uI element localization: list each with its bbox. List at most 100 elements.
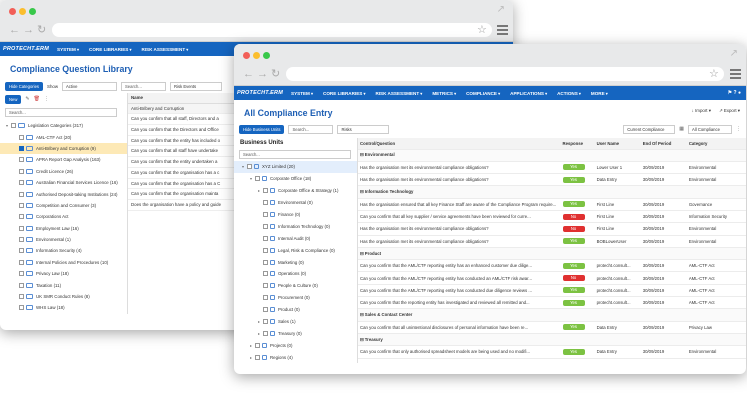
bu-tree-item[interactable]: Finance (0) [234,209,357,221]
table-row[interactable]: Can you confirm that all unintentional d… [358,321,746,334]
menu-icon[interactable] [730,69,741,81]
tree-item[interactable]: Taxation (11) [0,279,127,290]
tree-checkbox[interactable] [19,259,24,265]
tree-checkbox[interactable] [19,225,24,231]
tree-checkbox[interactable] [11,123,16,129]
tree-item[interactable]: WHS Law (18) [0,302,127,313]
tree-checkbox[interactable] [19,271,24,277]
table-row[interactable]: Can you confirm that only authorised spr… [358,345,746,359]
menu-applications[interactable]: APPLICATIONS [510,91,547,96]
tree-checkbox[interactable] [19,134,24,140]
bu-tree-item[interactable]: Internal Audit (0) [234,232,357,244]
bu-tree-item[interactable]: Product (0) [234,304,357,316]
tree-item[interactable]: Internal Policies and Procedures (10) [0,257,127,268]
bu-tree-item[interactable]: Information Technology (0) [234,220,357,232]
tree-item[interactable]: Corporations Act [0,211,127,222]
maximize-dot[interactable] [29,8,36,15]
table-row[interactable]: Has the organisation met its environment… [358,161,746,175]
tree-checkbox[interactable] [263,188,268,194]
tree-checkbox[interactable] [19,157,24,163]
menu-core-libraries[interactable]: CORE LIBRARIES [89,47,131,52]
tree-checkbox[interactable] [19,180,24,186]
bu-tree-item[interactable]: Legal, Risk & Compliance (0) [234,244,357,256]
hide-categories-button[interactable]: Hide Categories [5,81,44,91]
tree-item[interactable]: UK SMR Conduct Rules (8) [0,291,127,302]
tree-checkbox[interactable] [19,202,24,208]
forward-arrow-icon[interactable]: → [257,68,268,80]
bu-tree-item[interactable]: ▸ Sales (1) [234,316,357,328]
expand-icon[interactable]: ↗ [730,48,738,59]
tree-checkbox[interactable] [19,168,24,174]
edit-icon[interactable]: ✎ [25,96,29,102]
bu-tree-item[interactable]: Environmental (0) [234,197,357,209]
bu-tree-item[interactable]: Operations (0) [234,268,357,280]
menu-more[interactable]: MORE [591,91,608,96]
address-bar[interactable] [52,23,492,37]
tree-checkbox[interactable] [263,271,268,277]
bu-tree-item[interactable]: ▾ Corporate Office (18) [234,173,357,185]
tree-checkbox[interactable] [263,223,268,229]
table-row[interactable]: Can you confirm that the AML/CTF reporti… [358,259,746,273]
group-row[interactable]: ⊟ Information Technology [358,185,746,199]
delete-icon[interactable]: 🗑 [34,96,40,102]
back-arrow-icon[interactable]: ← [9,24,20,36]
bu-tree-item[interactable]: ▸ Regions (4) [234,351,357,363]
tree-item[interactable]: Privacy Law (18) [0,268,127,279]
tree-checkbox[interactable] [255,342,260,348]
tree-item[interactable]: Credit Licence (26) [0,166,127,177]
menu-system[interactable]: SYSTEM [291,91,313,96]
tree-checkbox[interactable] [263,295,268,301]
show-select[interactable]: Active [62,81,118,91]
close-dot[interactable] [243,52,250,59]
tree-checkbox[interactable] [255,176,260,182]
tree-checkbox[interactable] [19,214,24,220]
table-row[interactable]: Has the organisation ensured that all ke… [358,198,746,211]
more-icon[interactable]: ⋮ [736,126,741,132]
table-row[interactable]: Can you confirm that the reporting entit… [358,296,746,310]
forward-arrow-icon[interactable]: → [23,24,34,36]
tree-checkbox[interactable] [263,235,268,241]
tree-checkbox[interactable] [263,200,268,206]
user-icons[interactable]: ⚑ ? ● [728,90,741,96]
bu-search-input[interactable]: Search... [239,150,351,159]
bu-tree-item[interactable]: People & Culture (0) [234,280,357,292]
bu-tree-item[interactable]: ▸ Projects (0) [234,339,357,351]
search-input[interactable]: Search... [121,81,167,91]
bu-tree-item[interactable]: ▸ Corporate Office & Strategy (1) [234,185,357,197]
bu-tree-item[interactable]: ▸ Treasury (0) [234,327,357,339]
tree-checkbox[interactable] [19,191,24,197]
import-button[interactable]: ↓ Import ▾ [692,108,711,114]
tree-checkbox[interactable] [263,307,268,313]
tree-checkbox[interactable] [263,319,268,325]
tree-checkbox[interactable] [263,259,268,265]
tree-item[interactable]: Anti-Bribery and Corruption (9) [0,142,127,155]
table-row[interactable]: Can you confirm that all key supplier / … [358,210,746,224]
column-header[interactable]: User Name [594,138,641,150]
group-row[interactable]: ⊟ Product [358,247,746,261]
tree-item[interactable]: APRA Report Gap Analysis (163) [0,154,127,165]
expand-icon[interactable]: ↗ [497,4,505,15]
menu-system[interactable]: SYSTEM [57,47,79,52]
export-button[interactable]: ↗ Export ▾ [719,108,740,114]
search-input[interactable]: Search... [288,124,334,134]
table-row[interactable]: Has the organisation met its environment… [358,173,746,187]
risks-select[interactable]: Risks [337,124,390,134]
column-header[interactable]: Response [560,138,595,150]
close-dot[interactable] [9,8,16,15]
bu-tree-item[interactable]: ▾ XYZ Limited (20) [234,161,357,173]
tree-item[interactable]: Environmental (1) [0,234,127,245]
tree-item[interactable]: AML-CTF Act (20) [0,131,127,142]
tree-checkbox[interactable] [19,248,24,254]
maximize-dot[interactable] [263,52,270,59]
column-header[interactable]: End Of Period [640,138,687,150]
menu-metrics[interactable]: METRICS [432,91,456,96]
tree-item[interactable]: Information Security (4) [0,245,127,256]
category-search-input[interactable]: Search... [5,108,117,117]
table-row[interactable]: Can you confirm that the AML/CTF reporti… [358,284,746,298]
minimize-dot[interactable] [253,52,260,59]
table-row[interactable]: Has the organisation met its environment… [358,235,746,248]
address-bar[interactable] [286,67,724,81]
menu-compliance[interactable]: COMPLIANCE [466,91,500,96]
menu-icon[interactable] [497,25,508,37]
current-compliance-select[interactable]: Current Compliance [623,124,676,134]
